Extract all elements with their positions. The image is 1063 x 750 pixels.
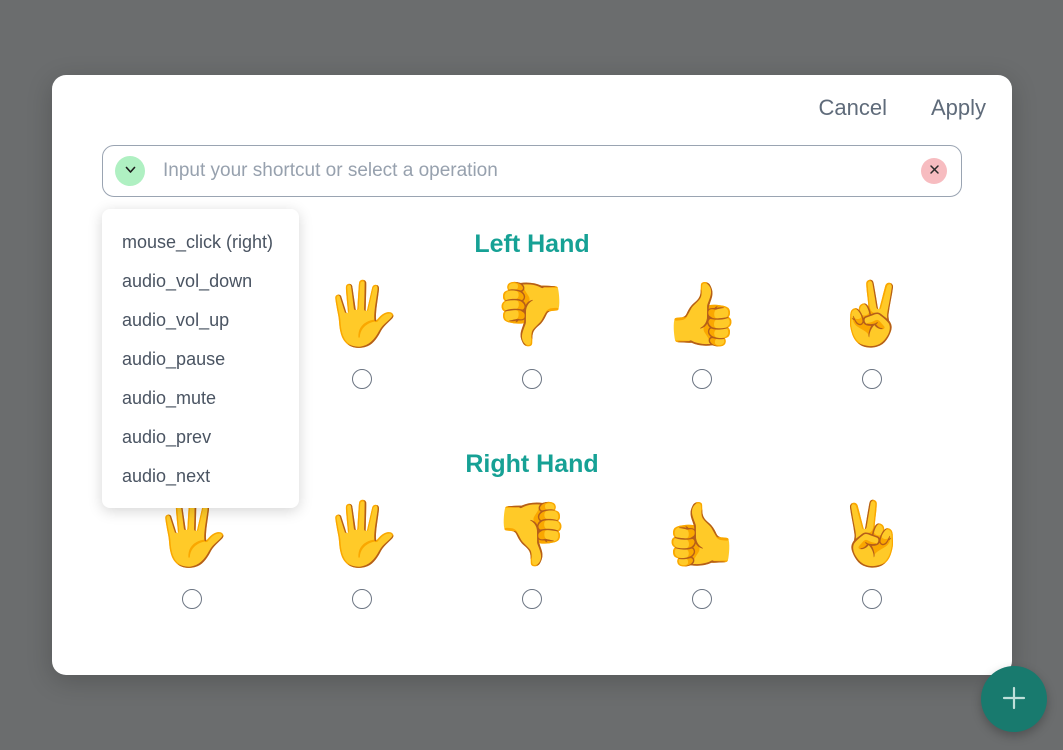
open-palm-icon: 🖐: [323, 280, 401, 349]
gesture-cell: 👍: [617, 269, 787, 389]
shortcut-input[interactable]: [163, 160, 921, 182]
gesture-radio-victory-sign[interactable]: [862, 589, 882, 609]
apply-button[interactable]: Apply: [931, 95, 986, 121]
gesture-cell: 👍: [617, 489, 787, 609]
modal-actions: Cancel Apply: [818, 95, 986, 121]
chevron-down-icon: [123, 162, 138, 180]
thumbs-up-icon: 👍: [663, 280, 741, 349]
gesture-cell: ✌: [787, 269, 957, 389]
cancel-button[interactable]: Cancel: [818, 95, 886, 121]
clear-shortcut-button[interactable]: [921, 158, 947, 184]
gesture-cell: 👎: [447, 489, 617, 609]
gesture-cell: ✌: [787, 489, 957, 609]
thumbs-up-icon: 👍: [663, 500, 741, 569]
gesture-radio-victory-sign[interactable]: [862, 369, 882, 389]
dropdown-option[interactable]: audio_mute: [102, 379, 299, 418]
gesture-radio-open-palm[interactable]: [352, 589, 372, 609]
gesture-radio-thumbs-down[interactable]: [522, 369, 542, 389]
close-icon: [928, 163, 941, 179]
dropdown-option[interactable]: audio_prev: [102, 418, 299, 457]
gesture-radio-open-palm[interactable]: [182, 589, 202, 609]
open-palm-icon: 🖐: [323, 500, 401, 569]
gesture-radio-open-palm[interactable]: [352, 369, 372, 389]
gesture-radio-thumbs-up[interactable]: [692, 369, 712, 389]
gesture-cell: 🖐: [277, 489, 447, 609]
plus-icon: [997, 681, 1031, 718]
shortcut-modal: Cancel Apply Left Hand 🖐🖐👎👍✌ Rig: [52, 75, 1012, 675]
operation-dropdown-list[interactable]: mouse_click (right) audio_vol_down audio_v…: [102, 209, 299, 508]
dropdown-option[interactable]: audio_next: [102, 457, 299, 496]
shortcut-field: [102, 145, 962, 197]
victory-sign-icon: ✌: [833, 500, 911, 569]
thumbs-down-icon: 👎: [493, 500, 571, 569]
gesture-cell: 👎: [447, 269, 617, 389]
dropdown-option[interactable]: audio_vol_up: [102, 301, 299, 340]
dropdown-option[interactable]: mouse_click (right): [102, 223, 299, 262]
thumbs-down-icon: 👎: [493, 280, 571, 349]
gesture-cell: 🖐: [277, 269, 447, 389]
dropdown-option[interactable]: audio_pause: [102, 340, 299, 379]
gesture-radio-thumbs-up[interactable]: [692, 589, 712, 609]
add-button[interactable]: [981, 666, 1047, 732]
dropdown-toggle-button[interactable]: [115, 156, 145, 186]
victory-sign-icon: ✌: [833, 280, 911, 349]
gesture-radio-thumbs-down[interactable]: [522, 589, 542, 609]
dropdown-option[interactable]: audio_vol_down: [102, 262, 299, 301]
